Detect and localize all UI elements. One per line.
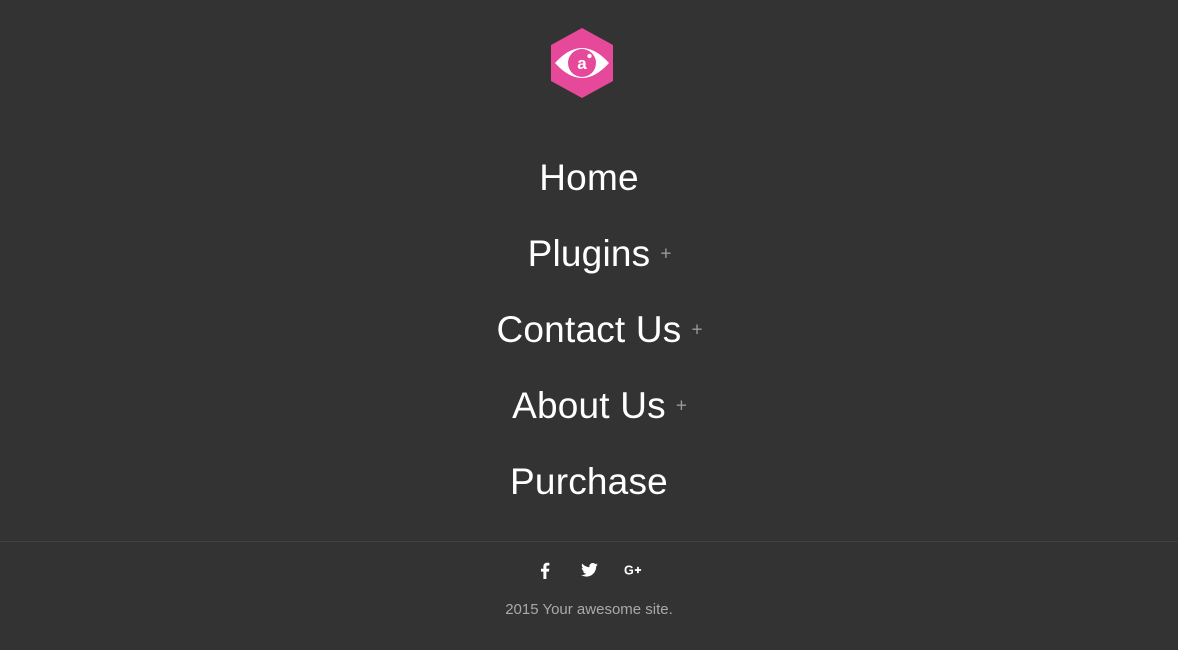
twitter-icon <box>580 563 598 577</box>
menu-item-contact-us: Contact Us + <box>0 292 1178 368</box>
menu-link-contact-us[interactable]: Contact Us + <box>496 308 702 352</box>
facebook-link[interactable] <box>536 558 554 582</box>
menu-label-plugins: Plugins <box>527 233 651 274</box>
contact-us-submenu-toggle[interactable]: + <box>692 321 703 340</box>
menu-item-plugins: Plugins + <box>0 216 1178 292</box>
main-navigation: Home Plugins + Contact Us + About Us + P… <box>0 140 1178 520</box>
social-links: G <box>0 558 1178 582</box>
plugins-submenu-toggle[interactable]: + <box>660 245 671 264</box>
menu-label-about-us: About Us <box>512 385 666 426</box>
google-plus-link[interactable]: G <box>624 558 642 582</box>
menu-item-home: Home <box>0 140 1178 216</box>
page: a Home Plugins + Contact Us + About Us + <box>0 0 1178 650</box>
about-us-submenu-toggle[interactable]: + <box>676 397 687 416</box>
menu-link-about-us[interactable]: About Us + <box>512 384 687 428</box>
logo-mark-text: a <box>577 54 587 73</box>
google-plus-icon: G <box>624 564 642 578</box>
facebook-icon <box>541 562 550 579</box>
menu-link-purchase[interactable]: Purchase <box>510 460 668 504</box>
twitter-link[interactable] <box>580 558 598 582</box>
menu-item-purchase: Purchase <box>0 444 1178 520</box>
menu-label-contact-us: Contact Us <box>496 309 682 350</box>
menu-link-home[interactable]: Home <box>539 156 639 200</box>
eye-hexagon-logo[interactable]: a <box>549 27 615 99</box>
copyright-text: 2015 Your awesome site. <box>505 601 673 618</box>
footer-divider <box>0 541 1178 542</box>
menu-item-about-us: About Us + <box>0 368 1178 444</box>
svg-text:G: G <box>624 564 634 578</box>
menu-link-plugins[interactable]: Plugins + <box>527 232 672 276</box>
